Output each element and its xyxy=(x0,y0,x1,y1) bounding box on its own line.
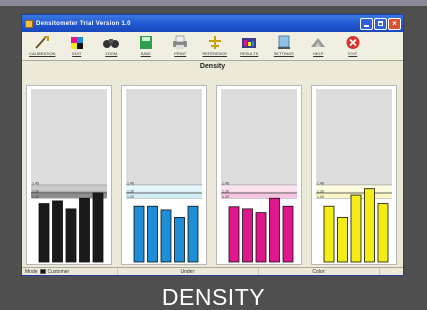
toolbar-label: Edit xyxy=(72,51,82,56)
settings-icon xyxy=(274,34,294,50)
toolbar-label: Save xyxy=(140,51,151,56)
caption: DENSITY xyxy=(161,284,266,310)
edit-icon xyxy=(67,34,87,50)
density-bar[interactable] xyxy=(350,194,362,263)
toolbar-button-results[interactable]: Results xyxy=(232,34,267,60)
density-bar[interactable] xyxy=(38,203,50,263)
density-bar[interactable] xyxy=(242,208,253,263)
toolbar-button-reference[interactable]: Reference xyxy=(198,34,233,60)
density-bar[interactable] xyxy=(174,216,185,263)
density-panel-magenta: 1.45 1.30 1.20 xyxy=(216,85,302,265)
print-icon xyxy=(170,34,190,50)
minimize-button[interactable] xyxy=(360,17,373,30)
density-bar[interactable] xyxy=(377,203,389,263)
status-unit: Under: xyxy=(118,268,259,275)
toolbar-button-exit[interactable]: Exit xyxy=(336,34,371,60)
results-icon xyxy=(239,34,259,50)
status-mode-label: Mode xyxy=(25,268,38,275)
density-chart-cyan: 1.45 1.30 1.20 xyxy=(126,181,202,263)
density-bar[interactable] xyxy=(52,200,63,263)
density-bar[interactable] xyxy=(79,197,90,263)
exit-icon xyxy=(343,34,363,50)
toolbar-label: Exit xyxy=(348,51,358,56)
toolbar-label: Calibration xyxy=(29,51,56,56)
tick-label: 1.30 xyxy=(317,189,324,193)
density-bar[interactable] xyxy=(187,205,199,263)
status-bar: Mode Customer Under: Color: xyxy=(22,267,403,275)
density-panels: 1.45 1.30 1.20 1.45 1.30 1.20 1.45 1.30 1.20 1.45… xyxy=(26,85,399,267)
toolbar-label: Help xyxy=(313,51,324,56)
density-bar[interactable] xyxy=(282,205,294,263)
density-panel-black: 1.45 1.30 1.20 xyxy=(26,85,112,265)
density-bar[interactable] xyxy=(337,216,348,263)
toolbar-button-help[interactable]: Help xyxy=(301,34,336,60)
help-icon xyxy=(308,34,328,50)
tick-label: 1.20 xyxy=(127,195,134,199)
calibrate-icon xyxy=(32,34,52,50)
status-mode-value: Customer xyxy=(47,268,70,275)
density-bar[interactable] xyxy=(255,212,267,263)
density-bar[interactable] xyxy=(364,188,375,263)
save-icon xyxy=(136,34,156,50)
tick-label: 1.30 xyxy=(222,189,229,193)
density-bar[interactable] xyxy=(323,205,335,263)
density-chart-black: 1.45 1.30 1.20 xyxy=(31,181,107,263)
toolbar-button-calibration[interactable]: Calibration xyxy=(25,34,60,60)
chart-heading: Density xyxy=(199,63,226,70)
toolbar-button-settings[interactable]: Settings xyxy=(267,34,302,60)
toolbar-label: Zoom xyxy=(105,51,118,56)
toolbar-label: Print xyxy=(174,51,187,56)
mode-swatch xyxy=(39,269,46,274)
status-color: Color: xyxy=(259,268,380,275)
density-panel-cyan: 1.45 1.30 1.20 xyxy=(121,85,207,265)
window-title: Densitometer Trial Version 1.0 xyxy=(36,20,131,27)
toolbar-label: Reference xyxy=(202,51,228,56)
app-window: Densitometer Trial Version 1.0 × Calibra… xyxy=(21,14,404,276)
tolerance-band-upper xyxy=(126,184,202,192)
tick-label: 1.45 xyxy=(222,181,229,185)
density-bar[interactable] xyxy=(269,197,280,263)
background-frame xyxy=(0,0,427,6)
density-bar[interactable] xyxy=(65,208,77,263)
tick-label: 1.30 xyxy=(127,189,134,193)
app-icon xyxy=(25,19,33,28)
status-mode: Mode Customer xyxy=(22,268,118,275)
maximize-button[interactable] xyxy=(374,17,387,30)
density-bar[interactable] xyxy=(92,192,104,263)
density-bar[interactable] xyxy=(133,205,145,263)
toolbar-button-edit[interactable]: Edit xyxy=(60,34,95,60)
tick-label: 1.45 xyxy=(32,181,39,185)
toolbar-button-print[interactable]: Print xyxy=(163,34,198,60)
density-bar[interactable] xyxy=(147,205,158,263)
toolbar-button-save[interactable]: Save xyxy=(129,34,164,60)
tolerance-band-upper xyxy=(221,184,297,192)
toolbar-label: Results xyxy=(240,51,259,56)
density-chart-yellow: 1.45 1.30 1.20 xyxy=(316,181,392,263)
tick-label: 1.45 xyxy=(317,181,324,185)
density-bar[interactable] xyxy=(160,209,172,263)
toolbar-button-zoom[interactable]: Zoom xyxy=(94,34,129,60)
density-panel-yellow: 1.45 1.30 1.20 xyxy=(311,85,397,265)
reference-icon xyxy=(205,34,225,50)
tick-label: 1.45 xyxy=(127,181,134,185)
tolerance-band-upper xyxy=(316,184,392,192)
close-icon: × xyxy=(392,18,397,28)
tick-label: 1.30 xyxy=(32,189,39,193)
tick-label: 1.20 xyxy=(32,195,39,199)
density-bar[interactable] xyxy=(228,206,240,263)
close-button[interactable]: × xyxy=(388,17,401,30)
title-bar: Densitometer Trial Version 1.0 × xyxy=(22,15,403,32)
density-chart-magenta: 1.45 1.30 1.20 xyxy=(221,181,297,263)
toolbar-label: Settings xyxy=(273,51,294,56)
tolerance-band-upper xyxy=(31,184,107,192)
tick-label: 1.20 xyxy=(222,195,229,199)
zoom-icon xyxy=(101,34,121,50)
toolbar: Calibration Edit Zoom Save Print xyxy=(22,32,403,61)
tick-label: 1.20 xyxy=(317,195,324,199)
